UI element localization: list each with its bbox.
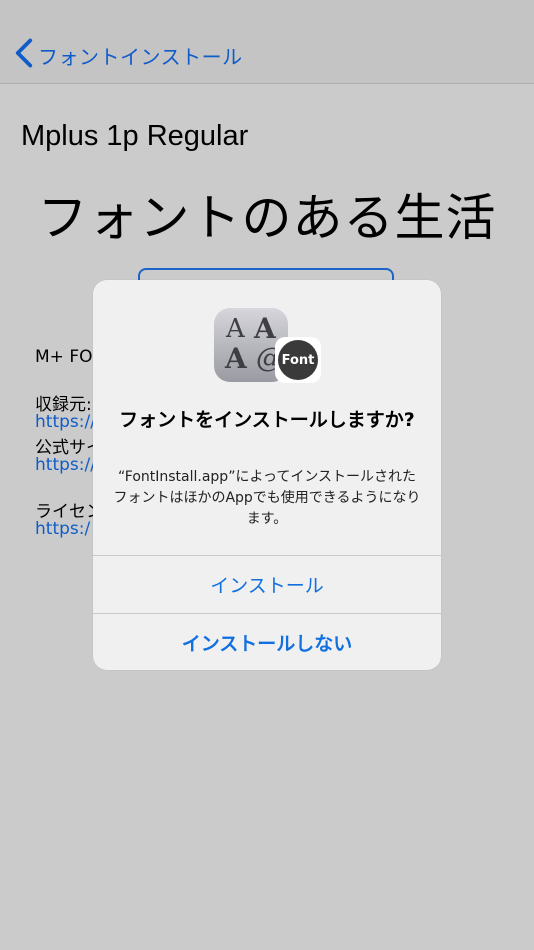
back-button[interactable]: フォントインストール: [14, 38, 243, 72]
alert-title: フォントをインストールしますか?: [119, 409, 415, 431]
license-link[interactable]: https:/: [35, 519, 90, 539]
font-badge-label: Font: [278, 340, 318, 380]
source-link[interactable]: https://: [35, 412, 96, 432]
font-sample-text: フォントのある生活: [37, 189, 497, 247]
chevron-left-icon: [14, 38, 34, 72]
icon-letter-a3: A: [225, 342, 247, 375]
install-button[interactable]: インストール: [93, 556, 441, 612]
install-font-alert: A A A @ Font フォントをインストールしますか? “FontInsta…: [93, 280, 441, 670]
navigation-bar: フォントインストール: [0, 0, 534, 84]
font-name: Mplus 1p Regular: [21, 120, 249, 152]
icon-letter-a2: A: [254, 312, 276, 345]
font-badge-icon: Font: [275, 337, 321, 383]
alert-message: “FontInstall.app”によってインストールされたフォントはほかのAp…: [113, 469, 421, 527]
dont-install-button[interactable]: インストールしない: [93, 614, 441, 670]
icon-letter-a1: A: [226, 314, 245, 344]
back-button-label: フォントインストール: [38, 44, 243, 69]
official-site-link[interactable]: https://: [35, 455, 96, 475]
